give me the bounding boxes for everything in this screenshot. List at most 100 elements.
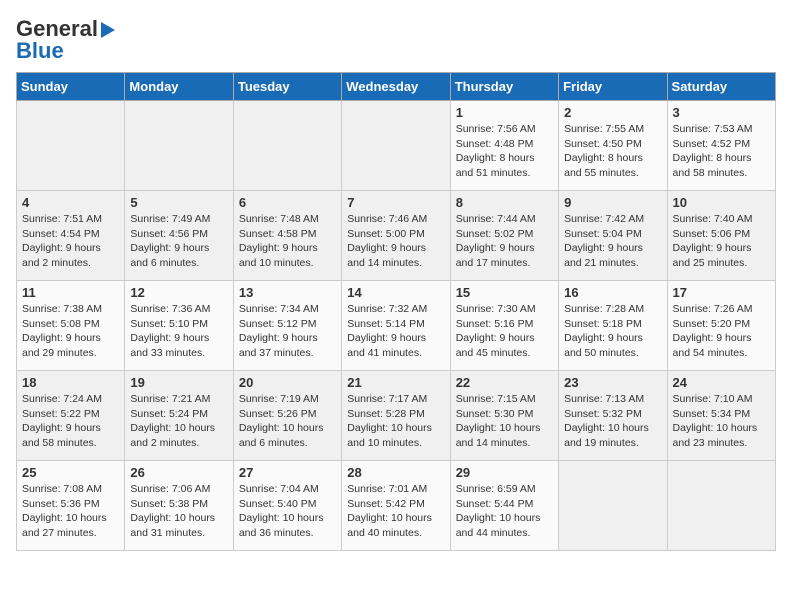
day-info: Sunrise: 7:24 AMSunset: 5:22 PMDaylight:… <box>22 392 119 451</box>
day-number: 8 <box>456 195 553 210</box>
day-number: 20 <box>239 375 336 390</box>
calendar-cell: 17 Sunrise: 7:26 AMSunset: 5:20 PMDayligh… <box>667 281 775 371</box>
calendar-cell: 24Sunrise: 7:10 AMSunset: 5:34 PMDayligh… <box>667 371 775 461</box>
calendar-cell: 10Sunrise: 7:40 AMSunset: 5:06 PMDayligh… <box>667 191 775 281</box>
calendar-cell: 26 Sunrise: 7:06 AMSunset: 5:38 PMDayligh… <box>125 461 233 551</box>
week-row-0: 1 Sunrise: 7:56 AMSunset: 4:48 PMDaylight… <box>17 101 776 191</box>
day-number: 17 <box>673 285 770 300</box>
day-number: 19 <box>130 375 227 390</box>
calendar-cell: 12Sunrise: 7:36 AMSunset: 5:10 PMDayligh… <box>125 281 233 371</box>
day-number: 21 <box>347 375 444 390</box>
day-info: Sunrise: 7:51 AMSunset: 4:54 PMDaylight:… <box>22 212 119 271</box>
day-info: Sunrise: 7:32 AMSunset: 5:14 PMDaylight:… <box>347 302 444 361</box>
calendar-cell: 13 Sunrise: 7:34 AMSunset: 5:12 PMDayligh… <box>233 281 341 371</box>
calendar-cell: 7Sunrise: 7:46 AMSunset: 5:00 PMDaylight… <box>342 191 450 281</box>
column-header-monday: Monday <box>125 73 233 101</box>
column-header-tuesday: Tuesday <box>233 73 341 101</box>
day-info: Sunrise: 7:28 AMSunset: 5:18 PMDaylight:… <box>564 302 661 361</box>
day-info: Sunrise: 7:17 AMSunset: 5:28 PMDaylight:… <box>347 392 444 451</box>
day-info: Sunrise: 7:21 AMSunset: 5:24 PMDaylight:… <box>130 392 227 451</box>
logo-blue: Blue <box>16 38 64 64</box>
day-info: Sunrise: 7:56 AMSunset: 4:48 PMDaylight:… <box>456 122 553 181</box>
day-number: 4 <box>22 195 119 210</box>
day-number: 3 <box>673 105 770 120</box>
day-number: 28 <box>347 465 444 480</box>
day-number: 29 <box>456 465 553 480</box>
calendar-cell: 4 Sunrise: 7:51 AMSunset: 4:54 PMDaylight… <box>17 191 125 281</box>
day-number: 13 <box>239 285 336 300</box>
calendar-cell: 14Sunrise: 7:32 AMSunset: 5:14 PMDayligh… <box>342 281 450 371</box>
day-number: 7 <box>347 195 444 210</box>
column-header-saturday: Saturday <box>667 73 775 101</box>
calendar-cell <box>233 101 341 191</box>
day-number: 23 <box>564 375 661 390</box>
day-info: Sunrise: 7:48 AMSunset: 4:58 PMDaylight:… <box>239 212 336 271</box>
calendar-cell: 23 Sunrise: 7:13 AMSunset: 5:32 PMDayligh… <box>559 371 667 461</box>
day-number: 10 <box>673 195 770 210</box>
day-info: Sunrise: 7:08 AMSunset: 5:36 PMDaylight:… <box>22 482 119 541</box>
calendar-cell: 15 Sunrise: 7:30 AMSunset: 5:16 PMDayligh… <box>450 281 558 371</box>
calendar-cell <box>125 101 233 191</box>
day-number: 1 <box>456 105 553 120</box>
day-number: 12 <box>130 285 227 300</box>
calendar-cell: 2 Sunrise: 7:55 AMSunset: 4:50 PMDaylight… <box>559 101 667 191</box>
calendar-cell: 18 Sunrise: 7:24 AMSunset: 5:22 PMDayligh… <box>17 371 125 461</box>
day-info: Sunrise: 7:44 AMSunset: 5:02 PMDaylight:… <box>456 212 553 271</box>
calendar-cell: 29 Sunrise: 6:59 AMSunset: 5:44 PMDayligh… <box>450 461 558 551</box>
column-header-friday: Friday <box>559 73 667 101</box>
day-number: 25 <box>22 465 119 480</box>
calendar-cell: 11 Sunrise: 7:38 AMSunset: 5:08 PMDayligh… <box>17 281 125 371</box>
calendar-cell: 1 Sunrise: 7:56 AMSunset: 4:48 PMDaylight… <box>450 101 558 191</box>
calendar-table: SundayMondayTuesdayWednesdayThursdayFrid… <box>16 72 776 551</box>
day-number: 2 <box>564 105 661 120</box>
day-info: Sunrise: 7:38 AMSunset: 5:08 PMDaylight:… <box>22 302 119 361</box>
calendar-cell: 28 Sunrise: 7:01 AMSunset: 5:42 PMDayligh… <box>342 461 450 551</box>
day-number: 22 <box>456 375 553 390</box>
day-number: 24 <box>673 375 770 390</box>
calendar-cell: 21 Sunrise: 7:17 AMSunset: 5:28 PMDayligh… <box>342 371 450 461</box>
calendar-cell: 19 Sunrise: 7:21 AMSunset: 5:24 PMDayligh… <box>125 371 233 461</box>
calendar-cell <box>667 461 775 551</box>
day-number: 15 <box>456 285 553 300</box>
day-info: Sunrise: 7:13 AMSunset: 5:32 PMDaylight:… <box>564 392 661 451</box>
calendar-cell: 5Sunrise: 7:49 AMSunset: 4:56 PMDaylight… <box>125 191 233 281</box>
logo: General Blue <box>16 16 115 64</box>
calendar-cell: 8 Sunrise: 7:44 AMSunset: 5:02 PMDaylight… <box>450 191 558 281</box>
day-info: Sunrise: 7:04 AMSunset: 5:40 PMDaylight:… <box>239 482 336 541</box>
week-row-1: 4 Sunrise: 7:51 AMSunset: 4:54 PMDaylight… <box>17 191 776 281</box>
calendar-cell: 6 Sunrise: 7:48 AMSunset: 4:58 PMDaylight… <box>233 191 341 281</box>
logo-arrow-icon <box>101 22 115 38</box>
day-info: Sunrise: 6:59 AMSunset: 5:44 PMDaylight:… <box>456 482 553 541</box>
day-info: Sunrise: 7:53 AMSunset: 4:52 PMDaylight:… <box>673 122 770 181</box>
calendar-cell <box>342 101 450 191</box>
day-info: Sunrise: 7:34 AMSunset: 5:12 PMDaylight:… <box>239 302 336 361</box>
column-header-thursday: Thursday <box>450 73 558 101</box>
page-header: General Blue <box>16 16 776 64</box>
calendar-cell: 3 Sunrise: 7:53 AMSunset: 4:52 PMDaylight… <box>667 101 775 191</box>
day-info: Sunrise: 7:49 AMSunset: 4:56 PMDaylight:… <box>130 212 227 271</box>
calendar-cell: 25 Sunrise: 7:08 AMSunset: 5:36 PMDayligh… <box>17 461 125 551</box>
week-row-3: 18 Sunrise: 7:24 AMSunset: 5:22 PMDayligh… <box>17 371 776 461</box>
day-number: 18 <box>22 375 119 390</box>
day-number: 26 <box>130 465 227 480</box>
day-info: Sunrise: 7:15 AMSunset: 5:30 PMDaylight:… <box>456 392 553 451</box>
calendar-cell: 20 Sunrise: 7:19 AMSunset: 5:26 PMDayligh… <box>233 371 341 461</box>
day-number: 6 <box>239 195 336 210</box>
week-row-4: 25 Sunrise: 7:08 AMSunset: 5:36 PMDayligh… <box>17 461 776 551</box>
calendar-cell: 22 Sunrise: 7:15 AMSunset: 5:30 PMDayligh… <box>450 371 558 461</box>
header-row: SundayMondayTuesdayWednesdayThursdayFrid… <box>17 73 776 101</box>
day-number: 9 <box>564 195 661 210</box>
day-number: 16 <box>564 285 661 300</box>
day-number: 11 <box>22 285 119 300</box>
day-info: Sunrise: 7:26 AMSunset: 5:20 PMDaylight:… <box>673 302 770 361</box>
day-info: Sunrise: 7:30 AMSunset: 5:16 PMDaylight:… <box>456 302 553 361</box>
calendar-cell <box>559 461 667 551</box>
day-info: Sunrise: 7:06 AMSunset: 5:38 PMDaylight:… <box>130 482 227 541</box>
day-info: Sunrise: 7:19 AMSunset: 5:26 PMDaylight:… <box>239 392 336 451</box>
day-info: Sunrise: 7:01 AMSunset: 5:42 PMDaylight:… <box>347 482 444 541</box>
column-header-sunday: Sunday <box>17 73 125 101</box>
day-info: Sunrise: 7:42 AMSunset: 5:04 PMDaylight:… <box>564 212 661 271</box>
calendar-cell: 9 Sunrise: 7:42 AMSunset: 5:04 PMDaylight… <box>559 191 667 281</box>
day-info: Sunrise: 7:55 AMSunset: 4:50 PMDaylight:… <box>564 122 661 181</box>
week-row-2: 11 Sunrise: 7:38 AMSunset: 5:08 PMDayligh… <box>17 281 776 371</box>
